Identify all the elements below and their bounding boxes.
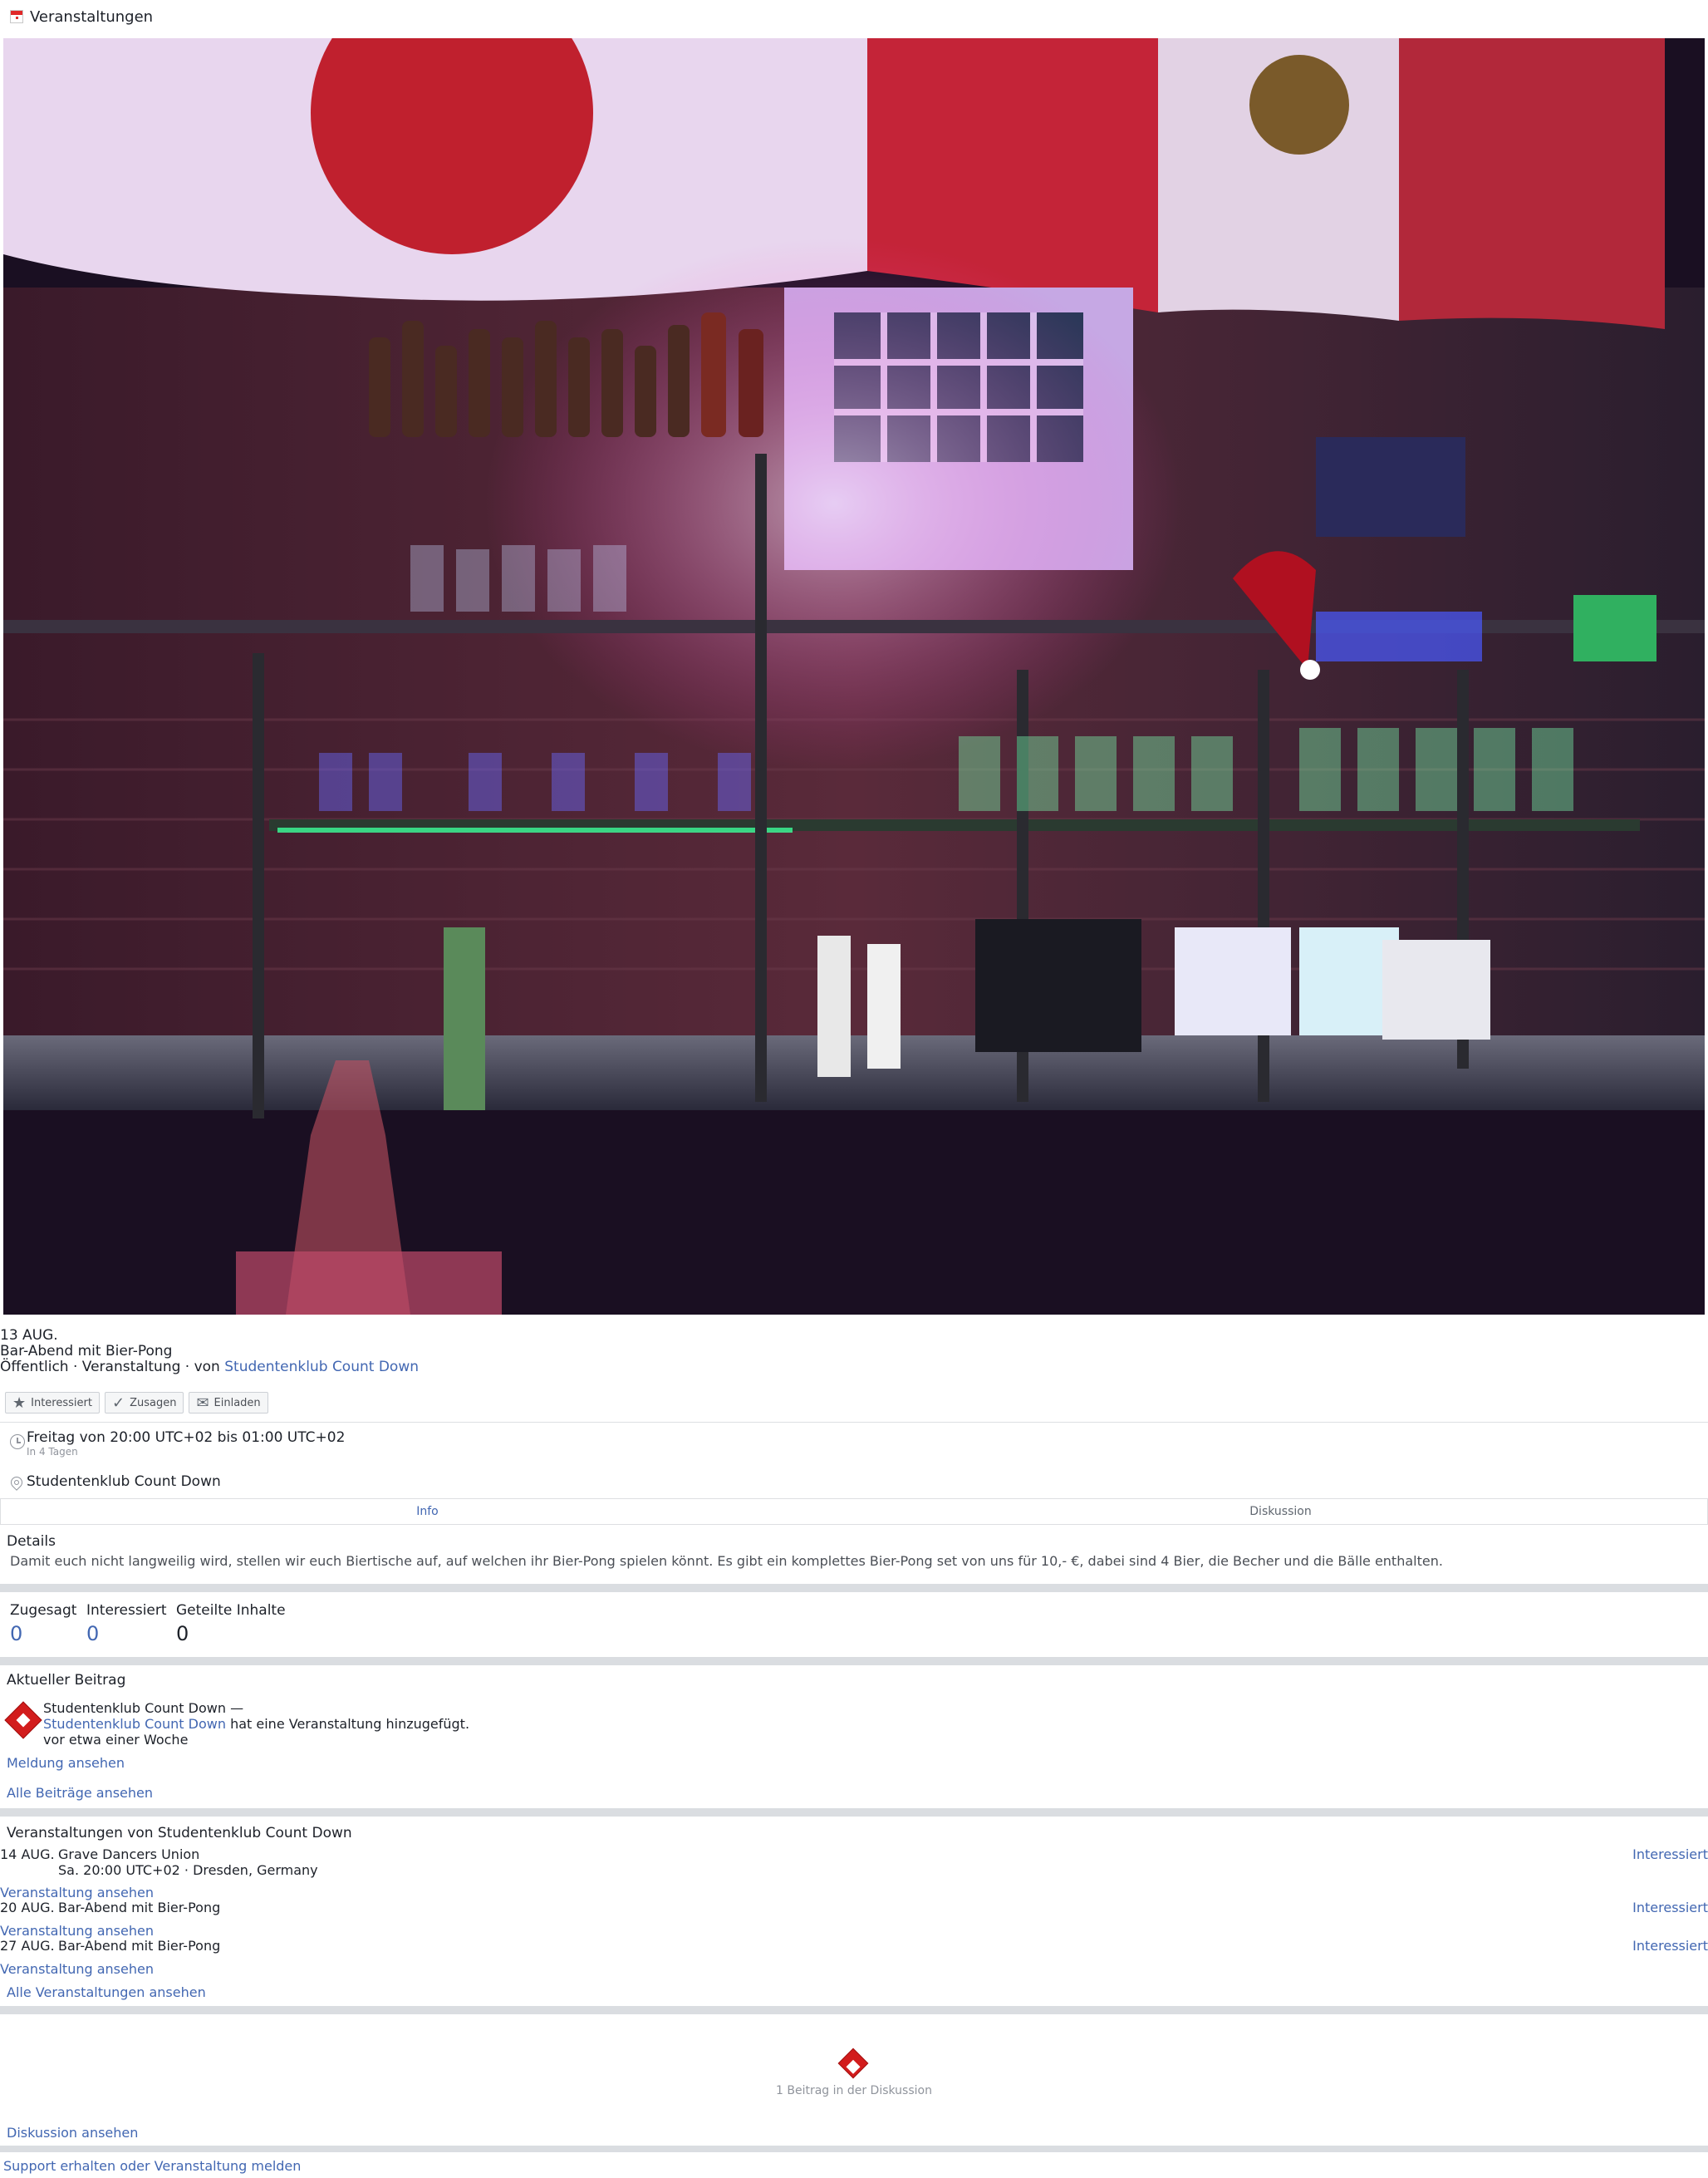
star-icon: ★ (12, 1394, 27, 1412)
top-bar: Veranstaltungen (0, 0, 1708, 37)
event-location[interactable]: Studentenklub Count Down (0, 1472, 1708, 1495)
event-list-date: 14 AUG. (0, 1846, 55, 1862)
stat-interested[interactable]: Interessiert 0 (86, 1602, 167, 1645)
recent-post-author-link[interactable]: Studentenklub Count Down (43, 1716, 226, 1732)
event-list-interested-button[interactable]: Interessiert (1632, 1846, 1708, 1862)
view-event-link[interactable]: Veranstaltung ansehen (0, 1923, 154, 1939)
recent-post-action: hat eine Veranstaltung hinzugefügt. (226, 1716, 470, 1732)
section-separator (0, 1808, 1708, 1817)
all-posts-link[interactable]: Alle Beiträge ansehen (7, 1785, 153, 1801)
event-title: Bar-Abend mit Bier-Pong (0, 1343, 173, 1359)
stat-interested-value: 0 (86, 1622, 100, 1645)
invite-button-label: Einladen (214, 1396, 261, 1409)
event-list-date: 27 AUG. (0, 1938, 55, 1954)
clock-icon (10, 1434, 25, 1449)
discussion-logo-wrap (837, 2048, 869, 2079)
event-header: 13 AUG. Bar-Abend mit Bier-Pong Öffentli… (0, 1328, 419, 1375)
stat-going-label: Zugesagt (10, 1602, 77, 1619)
page-title: Veranstaltungen (30, 8, 154, 26)
invite-button[interactable]: ✉ Einladen (189, 1392, 268, 1413)
event-actions: ★ Interessiert ✓ Zusagen ✉ Einladen (5, 1392, 268, 1413)
location-pin-icon (8, 1474, 25, 1491)
event-list-name: Bar-Abend mit Bier-Pong (58, 1900, 221, 1915)
section-separator (0, 2146, 1708, 2152)
section-separator (0, 1584, 1708, 1592)
event-meta: Öffentlich · Veranstaltung · von Student… (0, 1359, 419, 1375)
stat-interested-label: Interessiert (86, 1602, 167, 1619)
recent-post-line: Studentenklub Count Down hat eine Verans… (43, 1716, 469, 1732)
view-event-link[interactable]: Veranstaltung ansehen (0, 1885, 154, 1900)
going-button[interactable]: ✓ Zusagen (104, 1392, 184, 1413)
discussion-count: 1 Beitrag in der Diskussion (776, 2084, 932, 2097)
recent-post-author: Studentenklub Count Down — (43, 1700, 244, 1716)
event-date: 13 AUG. (0, 1327, 58, 1344)
interested-button-label: Interessiert (31, 1396, 92, 1409)
organizer-link[interactable]: Studentenklub Count Down (224, 1359, 419, 1375)
tab-info[interactable]: Info (1, 1499, 854, 1524)
recent-post-time: vor etwa einer Woche (43, 1732, 189, 1748)
event-list-name: Bar-Abend mit Bier-Pong (58, 1938, 221, 1954)
location-name: Studentenklub Count Down (27, 1473, 221, 1490)
stat-going-value: 0 (10, 1622, 23, 1645)
event-cover-photo[interactable] (3, 38, 1705, 1315)
tab-discussion[interactable]: Diskussion (854, 1499, 1707, 1524)
stat-shared-label: Geteilte Inhalte (176, 1602, 286, 1619)
all-events-link[interactable]: Alle Veranstaltungen ansehen (7, 1984, 206, 2000)
organizer-logo-icon[interactable] (4, 1701, 42, 1739)
event-list-interested-button[interactable]: Interessiert (1632, 1938, 1708, 1954)
interested-button[interactable]: ★ Interessiert (5, 1392, 100, 1413)
recent-post-text: Studentenklub Count Down — Studentenklub… (43, 1700, 469, 1748)
other-events-heading: Veranstaltungen von Studentenklub Count … (7, 1825, 352, 1841)
view-event-link[interactable]: Veranstaltung ansehen (0, 1961, 154, 1977)
recent-post-heading: Aktueller Beitrag (7, 1672, 126, 1689)
section-separator (0, 1657, 1708, 1665)
bar-photo (3, 38, 1705, 1315)
event-list-name: Grave Dancers Union (58, 1846, 200, 1862)
view-discussion-link[interactable]: Diskussion ansehen (7, 2125, 138, 2141)
going-button-label: Zusagen (130, 1396, 177, 1409)
calendar-icon (10, 10, 23, 23)
event-tabs: Info Diskussion (0, 1498, 1708, 1525)
organizer-logo-icon (837, 2048, 869, 2079)
event-list-sub: Sa. 20:00 UTC+02 · Dresden, Germany (58, 1862, 318, 1878)
event-visibility: Öffentlich · Veranstaltung · von (0, 1359, 225, 1375)
stat-going[interactable]: Zugesagt 0 (10, 1602, 76, 1645)
check-icon: ✓ (111, 1394, 125, 1412)
stat-shared: Geteilte Inhalte 0 (176, 1602, 286, 1645)
details-text: Damit euch nicht langweilig wird, stelle… (10, 1553, 1443, 1569)
stat-shared-value: 0 (176, 1622, 189, 1645)
event-time: Freitag von 20:00 UTC+02 bis 01:00 UTC+0… (0, 1428, 1708, 1461)
section-separator (0, 2006, 1708, 2014)
event-time-text: Freitag von 20:00 UTC+02 bis 01:00 UTC+0… (27, 1429, 346, 1446)
support-report-link[interactable]: Support erhalten oder Veranstaltung meld… (3, 2158, 301, 2174)
event-time-relative: In 4 Tagen (27, 1446, 78, 1458)
envelope-icon: ✉ (196, 1394, 209, 1412)
view-post-link[interactable]: Meldung ansehen (7, 1755, 125, 1771)
event-list-date: 20 AUG. (0, 1900, 55, 1915)
details-heading: Details (7, 1533, 56, 1550)
divider (0, 1422, 1708, 1423)
event-list-interested-button[interactable]: Interessiert (1632, 1900, 1708, 1915)
